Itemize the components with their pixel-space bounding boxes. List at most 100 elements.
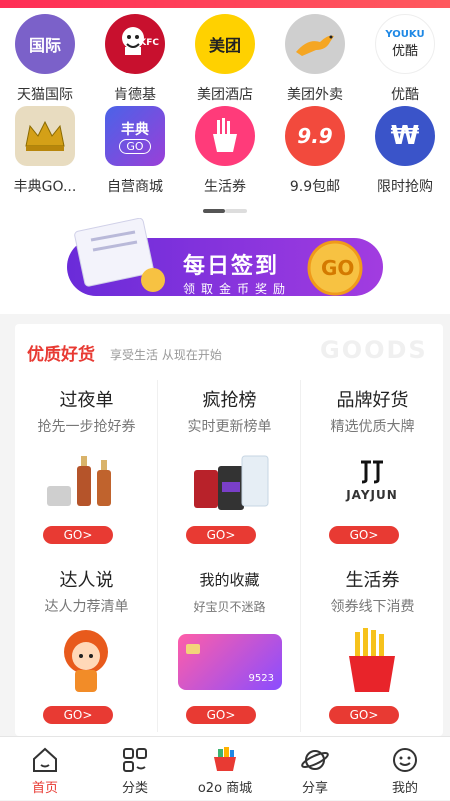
go-button[interactable]: GO>	[186, 526, 256, 544]
nine-nine-icon: 9.9	[285, 106, 345, 166]
tab-label: 首页	[31, 781, 58, 796]
card-title: 达人说	[59, 570, 114, 591]
home-icon	[33, 747, 57, 772]
goods-title: 优质好货	[27, 345, 95, 365]
card-title: 生活券	[345, 570, 400, 591]
jayjun-logo-image: JAYJUN	[327, 446, 417, 516]
mall-icon-text: 丰典	[121, 121, 149, 138]
shortcut-fengdian-go[interactable]: 丰典GO...	[0, 106, 90, 196]
goods-section: 优质好货 享受生活 从现在开始 GOODS 过夜单 抢先一步抢好券 GO> 疯抢…	[15, 324, 443, 736]
shortcut-kfc[interactable]: KFC 肯德基	[90, 14, 180, 104]
sign-in-banner[interactable]: 每日签到 领取金币奖励 GO	[55, 218, 395, 314]
goods-subtitle: 享受生活 从现在开始	[110, 348, 222, 362]
shopping-basket-icon	[214, 747, 236, 771]
shortcut-flash-sale[interactable]: ₩ 限时抢购	[360, 106, 450, 196]
page-indicator	[203, 209, 247, 213]
tab-label: 分类	[121, 781, 148, 796]
nine-nine-text: 9.9	[297, 124, 333, 148]
card-desc: 抢先一步抢好券	[37, 419, 136, 435]
go-button[interactable]: GO>	[43, 706, 113, 724]
goods-header: 优质好货 享受生活 从现在开始 GOODS	[15, 324, 443, 376]
goods-card-life-coupon[interactable]: 生活券 领券线下消费 GO>	[301, 556, 444, 736]
tab-label: 我的	[391, 781, 418, 796]
fries-image	[349, 628, 395, 692]
kangaroo-icon	[296, 35, 334, 56]
banner-go-label: GO	[321, 256, 355, 280]
protein-tubs-image	[194, 455, 269, 510]
card-image: 9523	[178, 634, 282, 690]
card-desc: 好宝贝不迷路	[193, 600, 266, 614]
shortcut-label: 9.9包邮	[289, 179, 341, 195]
skincare-bottles-image	[47, 456, 111, 506]
kfc-icon-text: KFC	[139, 38, 159, 48]
shortcut-tmall-global[interactable]: 国际 天猫国际	[0, 14, 90, 104]
bottom-tab-bar: 首页 分类 o2o 商城 分享 我的	[0, 736, 450, 800]
shortcut-panel: 国际 天猫国际 KFC 肯德基 美团 美团酒店 美团外卖 YOUKU 优酷 优酷…	[0, 8, 450, 314]
shortcut-label: 美团酒店	[197, 87, 253, 103]
banner-subtitle: 领取金币奖励	[183, 282, 292, 296]
youku-icon-subtext: 优酷	[391, 44, 418, 59]
tab-label: o2o 商城	[197, 781, 253, 796]
brand-name: JAYJUN	[346, 488, 398, 502]
planet-icon	[301, 750, 329, 770]
tab-label: 分享	[301, 781, 328, 796]
tab-home[interactable]: 首页	[0, 737, 90, 801]
card-desc: 领券线下消费	[330, 599, 415, 615]
youku-icon: YOUKU 优酷	[375, 14, 435, 74]
goods-card-expert[interactable]: 达人说 达人力荐清单 GO>	[15, 556, 158, 736]
shortcut-row-1: 国际 天猫国际 KFC 肯德基 美团 美团酒店 美团外卖 YOUKU 优酷 优酷	[0, 14, 450, 104]
shortcut-free-shipping[interactable]: 9.9 9.9包邮	[270, 106, 360, 196]
youku-icon-text: YOUKU	[385, 29, 425, 40]
chip-icon	[186, 644, 200, 654]
goods-card-brand[interactable]: 品牌好货 精选优质大牌 JAYJUN GO>	[301, 376, 444, 556]
card-title: 疯抢榜	[202, 390, 257, 411]
shortcut-label: 限时抢购	[377, 179, 433, 195]
shortcut-label: 优酷	[391, 87, 419, 103]
category-icon	[123, 748, 147, 772]
status-accent-bar	[0, 0, 450, 8]
shortcut-label: 天猫国际	[17, 87, 73, 103]
tab-o2o-mall[interactable]: o2o 商城	[180, 737, 270, 801]
shortcut-label: 美团外卖	[287, 87, 343, 103]
goods-card-favorites[interactable]: 我的收藏 好宝贝不迷路 9523 GO>	[158, 556, 301, 736]
shortcut-label: 丰典GO...	[13, 179, 77, 195]
card-desc: 实时更新榜单	[187, 419, 272, 435]
tab-category[interactable]: 分类	[90, 737, 180, 801]
shortcut-meituan-delivery[interactable]: 美团外卖	[270, 14, 360, 104]
fengdian-go-icon: 丰典 GO	[105, 106, 165, 166]
goods-watermark: GOODS	[320, 336, 428, 364]
card-desc: 精选优质大牌	[330, 419, 415, 435]
shortcut-self-mall[interactable]: 丰典 GO 自营商城	[90, 106, 180, 196]
shortcut-label: 肯德基	[114, 87, 156, 103]
go-button[interactable]: GO>	[329, 706, 399, 724]
goods-card-hot-list[interactable]: 疯抢榜 实时更新榜单 GO>	[158, 376, 301, 556]
girl-avatar-image	[64, 630, 108, 692]
goods-card-overnight[interactable]: 过夜单 抢先一步抢好券 GO>	[15, 376, 158, 556]
tab-profile[interactable]: 我的	[360, 737, 450, 801]
fries-shape-icon	[213, 118, 237, 152]
kfc-icon: KFC	[105, 14, 165, 74]
won-coin-icon: ₩	[375, 106, 435, 166]
shortcut-meituan-hotel[interactable]: 美团 美团酒店	[180, 14, 270, 104]
go-button[interactable]: GO>	[186, 706, 256, 724]
tab-share[interactable]: 分享	[270, 737, 360, 801]
shortcut-label: 自营商城	[107, 179, 163, 195]
go-button[interactable]: GO>	[329, 526, 399, 544]
shortcut-youku[interactable]: YOUKU 优酷 优酷	[360, 14, 450, 104]
card-title: 过夜单	[59, 390, 114, 411]
meituan-delivery-icon	[285, 14, 345, 74]
fries-icon	[195, 106, 255, 166]
smiley-icon	[393, 748, 417, 772]
card-number: 9523	[248, 673, 274, 684]
banner-title: 每日签到	[183, 254, 280, 279]
tmall-icon-text: 国际	[28, 36, 61, 55]
crown-shape-icon	[25, 120, 65, 151]
indicator-inactive	[225, 209, 247, 213]
indicator-active	[203, 209, 225, 213]
shortcut-label: 生活券	[204, 179, 246, 195]
card-title: 我的收藏	[199, 571, 260, 589]
go-button[interactable]: GO>	[43, 526, 113, 544]
shortcut-life-coupon[interactable]: 生活券	[180, 106, 270, 196]
card-desc: 达人力荐清单	[44, 599, 129, 615]
mall-icon-subtext: GO	[119, 138, 151, 154]
